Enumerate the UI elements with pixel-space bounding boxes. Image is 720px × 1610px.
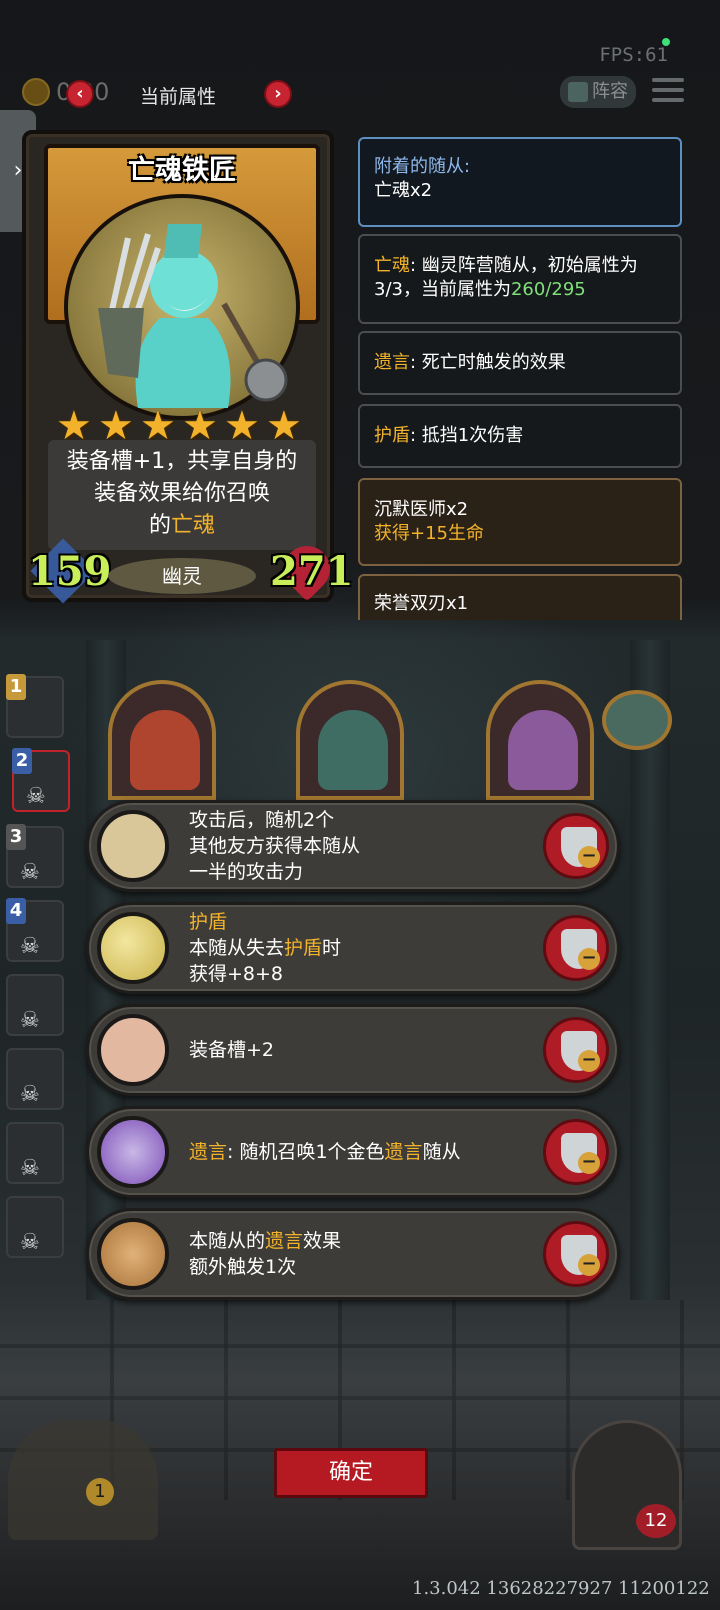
skull-icon: ☠: [20, 934, 40, 959]
ability-option[interactable]: 遗言: 随机召唤1个金色遗言随从 −: [86, 1106, 620, 1198]
axe-icon: [97, 810, 169, 882]
ability-option[interactable]: 护盾 本随从失去护盾时 获得+8+8 −: [86, 902, 620, 994]
remove-button[interactable]: −: [543, 1119, 609, 1185]
shield-keyword-panel: 护盾: 抵挡1次伤害: [358, 404, 682, 468]
minion-portrait: [64, 194, 300, 420]
menu-icon[interactable]: [652, 78, 684, 106]
team-slot[interactable]: ☠: [6, 974, 64, 1036]
minion-portrait-frame: [296, 680, 404, 800]
minus-icon: −: [578, 1254, 600, 1276]
remove-button[interactable]: −: [543, 813, 609, 879]
minion-portrait-frame: [486, 680, 594, 800]
version-text: 1.3.042 13628227927 11200122: [412, 1578, 710, 1599]
skull-icon: ☠: [20, 1008, 40, 1033]
lineup-button[interactable]: 阵容: [560, 76, 636, 108]
card-name: 亡魂铁匠: [128, 155, 236, 186]
ability-option[interactable]: 装备槽+2 −: [86, 1004, 620, 1096]
skull-icon: ☠: [20, 860, 40, 885]
team-slot[interactable]: 3 ☠: [6, 824, 64, 888]
page-title: 当前属性: [140, 86, 217, 108]
confirm-button[interactable]: 确定: [274, 1448, 428, 1498]
next-button[interactable]: ›: [264, 80, 292, 108]
tribe-badge: 幽灵: [108, 558, 256, 594]
lineup-label: 阵容: [592, 81, 628, 102]
minus-icon: −: [578, 1050, 600, 1072]
remove-button[interactable]: −: [543, 1017, 609, 1083]
chest-count-badge: 1: [86, 1478, 114, 1506]
team-slot[interactable]: ☠: [6, 1122, 64, 1184]
team-slot[interactable]: ☠: [6, 1048, 64, 1110]
team-slot[interactable]: 4 ☠: [6, 898, 64, 962]
health-value: 271: [270, 548, 354, 595]
team-slot[interactable]: 1: [6, 674, 64, 738]
moon-icon: [97, 912, 169, 984]
minus-icon: −: [578, 948, 600, 970]
card-desc-line: 的亡魂: [148, 513, 216, 538]
minion-portrait-frame: [108, 680, 216, 800]
card-desc-line: 装备槽+1，共享自身的: [66, 449, 298, 474]
coin-icon: [22, 78, 50, 106]
skull-icon: ☠: [20, 1230, 40, 1255]
card-description: 装备槽+1，共享自身的 装备效果给你召唤 的亡魂: [48, 440, 316, 550]
equipment-panel: 沉默医师x2 获得+15生命: [358, 478, 682, 566]
minus-icon: −: [578, 846, 600, 868]
skull-icon: ☠: [26, 784, 46, 809]
team-slot-selected[interactable]: 2 ☠: [12, 748, 70, 812]
remove-button[interactable]: −: [543, 1221, 609, 1287]
ability-option[interactable]: 本随从的遗言效果 额外触发1次 −: [86, 1208, 620, 1300]
clock-icon: [602, 690, 672, 750]
attack-value: 159: [28, 548, 112, 595]
hero-health-badge: 12: [636, 1504, 676, 1538]
skull-icon: ☠: [20, 1156, 40, 1181]
skull-icon: ☠: [20, 1082, 40, 1107]
minus-icon: −: [578, 1152, 600, 1174]
treasure-chest-icon[interactable]: [8, 1420, 158, 1540]
deathrattle-keyword-panel: 遗言: 死亡时触发的效果: [358, 331, 682, 395]
prev-button[interactable]: ‹: [66, 80, 94, 108]
ability-option[interactable]: 攻击后，随机2个 其他友方获得本随从 一半的攻击力 −: [86, 800, 620, 892]
pig-icon: [97, 1014, 169, 1086]
lineup-icon: [568, 82, 588, 102]
ghost-keyword-panel: 亡魂: 幽灵阵营随从，初始属性为 3/3，当前属性为260/295: [358, 234, 682, 324]
minion-card: 亡魂铁匠 ★ ★ ★ ★ ★ ★ 装备槽+1，共享自身的 装备效果给你召唤 的亡…: [22, 130, 354, 604]
skull-coin-icon: [97, 1218, 169, 1290]
tomb-icon: [97, 1116, 169, 1188]
equipment-panel: 荣誉双刃x1: [358, 574, 682, 620]
team-slot[interactable]: ☠: [6, 1196, 64, 1258]
attached-minions-panel: 附着的随从: 亡魂x2: [358, 137, 682, 227]
remove-button[interactable]: −: [543, 915, 609, 981]
fps-counter: FPS:61: [599, 44, 668, 66]
card-desc-line: 装备效果给你召唤: [93, 481, 270, 506]
